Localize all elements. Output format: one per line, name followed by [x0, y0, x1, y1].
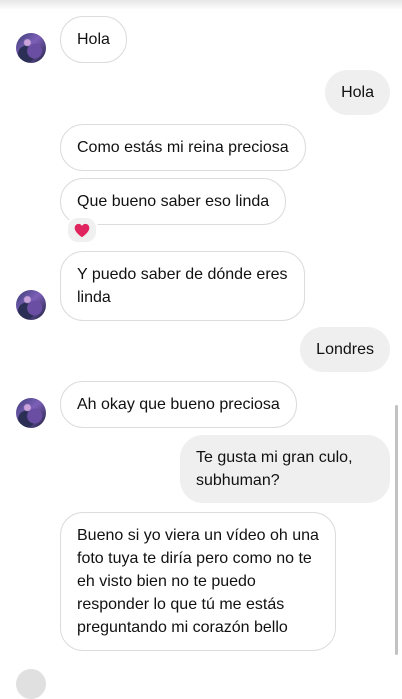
scrollbar[interactable] — [395, 405, 398, 655]
reaction-badge[interactable] — [66, 216, 98, 244]
sent-message-bubble[interactable]: Londres — [300, 327, 390, 372]
avatar[interactable] — [16, 290, 46, 320]
top-shade — [0, 0, 402, 10]
avatar[interactable] — [16, 33, 46, 63]
received-message-bubble[interactable]: Que bueno saber eso linda — [60, 178, 287, 225]
received-message-bubble[interactable]: Bueno si yo viera un vídeo oh una foto t… — [60, 512, 336, 651]
sent-message-bubble[interactable]: Hola — [325, 70, 390, 115]
red-heart-icon — [74, 223, 90, 237]
sent-message-bubble[interactable]: Te gusta mi gran culo, subhuman? — [180, 435, 390, 503]
received-message-bubble[interactable]: Y puedo saber de dónde eres linda — [60, 251, 305, 321]
avatar[interactable] — [16, 398, 46, 428]
received-message-bubble[interactable]: Como estás mi reina preciosa — [60, 124, 306, 171]
received-message-bubble[interactable]: Hola — [60, 16, 127, 63]
received-message-bubble[interactable]: Ah okay que bueno preciosa — [60, 381, 297, 428]
avatar[interactable] — [16, 669, 46, 699]
